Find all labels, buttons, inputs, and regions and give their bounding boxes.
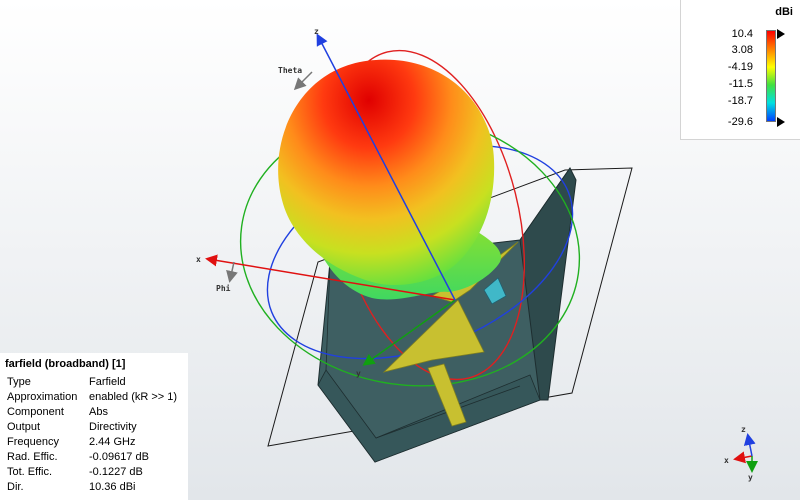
info-key: Frequency: [7, 436, 59, 448]
triad-z-axis: [743, 433, 756, 457]
info-key: Rad. Effic.: [7, 451, 58, 463]
info-key: Component: [7, 406, 64, 418]
legend-tick: 10.4: [731, 28, 753, 40]
info-value: -0.09617 dB: [89, 451, 149, 463]
info-value: enabled (kR >> 1): [89, 391, 178, 403]
triad-y-label: y: [748, 473, 753, 482]
legend-tick: 3.08: [731, 44, 753, 56]
legend-tick: -18.7: [727, 95, 753, 107]
triad-z-label: z: [741, 425, 746, 434]
info-row: Type Farfield: [0, 375, 188, 390]
phi-label: Phi: [216, 283, 231, 293]
info-value: 10.36 dBi: [89, 481, 136, 493]
legend-tick: -11.5: [728, 78, 753, 90]
phi-direction-arrow: [226, 261, 238, 283]
info-key: Approximation: [7, 391, 78, 403]
axis-y-label: y: [356, 369, 361, 378]
triad-x-axis: [733, 451, 753, 464]
color-scale-legend: dBi 10.4 3.08 -4.19 -11.5 -18.7 -29.6: [680, 0, 800, 140]
info-value: Abs: [89, 406, 108, 418]
axis-z-label: z: [314, 27, 319, 36]
info-row: Component Abs: [0, 405, 188, 420]
axis-x-label: x: [196, 255, 201, 264]
legend-min-marker[interactable]: [777, 117, 785, 127]
info-value: 2.44 GHz: [89, 436, 136, 448]
radiation-lobe: [278, 59, 495, 286]
info-value: Farfield: [89, 376, 126, 388]
theta-label: Theta: [278, 66, 302, 75]
info-title: farfield (broadband) [1]: [5, 358, 126, 370]
info-row: Tot. Effic. -0.1227 dB: [0, 465, 188, 480]
info-key: Tot. Effic.: [7, 466, 53, 478]
info-rows: Type Farfield Approximation enabled (kR …: [0, 375, 188, 495]
legend-max-marker[interactable]: [777, 29, 785, 39]
info-row: Frequency 2.44 GHz: [0, 435, 188, 450]
legend-color-bar: [766, 30, 776, 122]
triad-x-label: x: [724, 456, 729, 465]
orientation-triad[interactable]: x y z: [724, 425, 758, 482]
info-row: Output Directivity: [0, 420, 188, 435]
info-row: Approximation enabled (kR >> 1): [0, 390, 188, 405]
legend-tick: -4.19: [727, 61, 753, 73]
info-row: Rad. Effic. -0.09617 dB: [0, 450, 188, 465]
info-value: -0.1227 dB: [89, 466, 143, 478]
info-key: Dir.: [7, 481, 24, 493]
info-key: Type: [7, 376, 31, 388]
info-row: Dir. 10.36 dBi: [0, 480, 188, 495]
info-value: Directivity: [89, 421, 137, 433]
farfield-info-panel: farfield (broadband) [1] Type Farfield A…: [0, 353, 188, 500]
legend-unit: dBi: [775, 6, 793, 18]
legend-tick: -29.6: [727, 116, 753, 128]
info-key: Output: [7, 421, 41, 433]
